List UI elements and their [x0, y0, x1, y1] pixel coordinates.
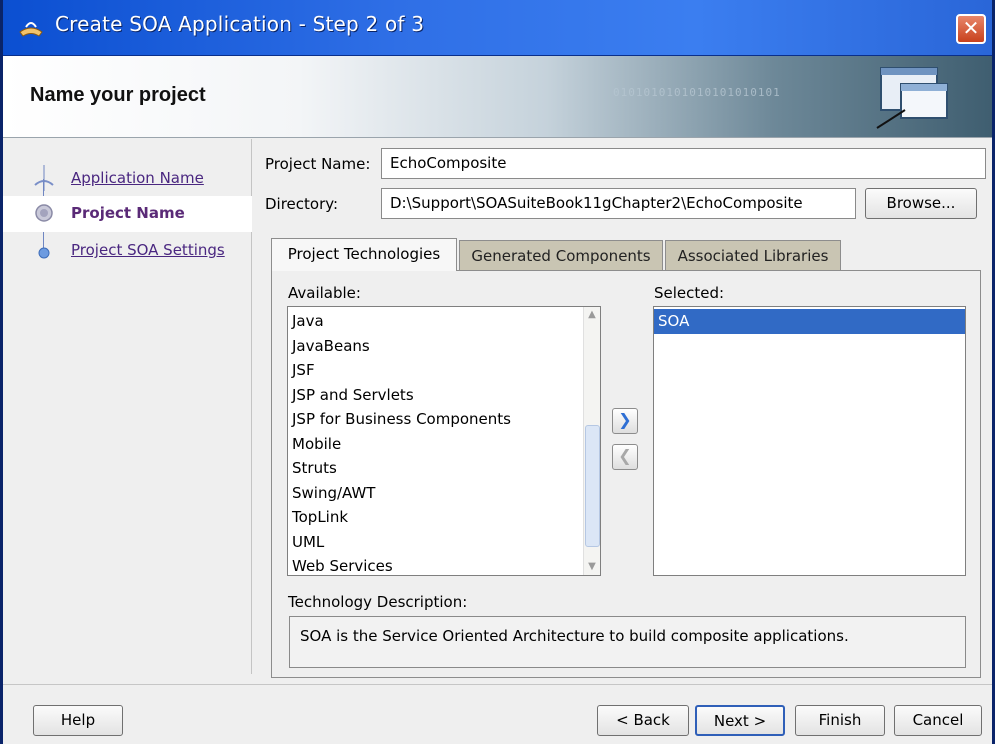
list-item[interactable]: Struts [288, 456, 600, 481]
header-banner: Name your project 0101010101010101010101 [3, 56, 992, 138]
binary-decoration: 0101010101010101010101 [613, 86, 781, 99]
back-button[interactable]: < Back [597, 705, 689, 736]
next-button[interactable]: Next > [695, 705, 785, 736]
available-items: Java JavaBeans JSF JSP and Servlets JSP for … [288, 307, 600, 575]
step-next-icon [38, 247, 50, 259]
step-project-name[interactable]: Project Name [3, 196, 252, 232]
add-selected-button[interactable]: ❯ [612, 408, 638, 434]
jdeveloper-app-icon [19, 22, 43, 37]
tab-associated-libraries[interactable]: Associated Libraries [665, 240, 841, 272]
directory-label: Directory: [265, 195, 339, 213]
list-item[interactable]: JSP and Servlets [288, 383, 600, 408]
selected-label: Selected: [654, 284, 725, 302]
selected-items: SOA [654, 307, 965, 334]
selected-list[interactable]: SOA [653, 306, 966, 576]
scroll-thumb[interactable] [585, 425, 600, 547]
title-bar: Create SOA Application - Step 2 of 3 ✕ [3, 0, 992, 56]
list-item[interactable]: Mobile [288, 432, 600, 457]
wizard-steps-nav: Application Name Project Name Project SO… [3, 139, 252, 674]
scroll-up-icon[interactable]: ▲ [586, 309, 598, 321]
list-item[interactable]: Web Services [288, 554, 600, 575]
available-label: Available: [288, 284, 361, 302]
technology-description-label: Technology Description: [288, 593, 468, 611]
page-heading: Name your project [30, 84, 206, 106]
step-application-name[interactable]: Application Name [3, 161, 252, 197]
project-name-input[interactable]: EchoComposite [381, 148, 986, 179]
close-button[interactable]: ✕ [956, 14, 986, 44]
cancel-button[interactable]: Cancel [894, 705, 982, 736]
step-label[interactable]: Application Name [71, 169, 204, 187]
list-item[interactable]: JavaBeans [288, 334, 600, 359]
technology-description: SOA is the Service Oriented Architecture… [289, 616, 966, 668]
step-current-icon [35, 204, 53, 222]
list-item[interactable]: UML [288, 530, 600, 555]
step-project-soa-settings[interactable]: Project SOA Settings [3, 233, 252, 269]
directory-input[interactable]: D:\Support\SOASuiteBook11gChapter2\EchoC… [381, 188, 856, 219]
step-visited-icon [34, 165, 54, 191]
list-item[interactable]: JSF [288, 358, 600, 383]
scroll-down-icon[interactable]: ▼ [586, 561, 598, 573]
list-item[interactable]: SOA [654, 309, 965, 334]
wizard-windows-icon [876, 67, 948, 129]
list-item[interactable]: Java [288, 309, 600, 334]
browse-button[interactable]: Browse... [865, 188, 977, 219]
available-scrollbar[interactable]: ▲ ▼ [583, 307, 600, 575]
step-label: Project Name [71, 204, 185, 222]
window-title: Create SOA Application - Step 2 of 3 [55, 12, 425, 36]
tab-project-technologies[interactable]: Project Technologies [271, 238, 457, 271]
finish-button[interactable]: Finish [795, 705, 885, 736]
project-name-label: Project Name: [265, 155, 371, 173]
list-item[interactable]: TopLink [288, 505, 600, 530]
remove-selected-button[interactable]: ❮ [612, 444, 638, 470]
available-list[interactable]: Java JavaBeans JSF JSP and Servlets JSP for … [287, 306, 601, 576]
wizard-window: Create SOA Application - Step 2 of 3 ✕ N… [0, 0, 995, 744]
help-button[interactable]: Help [33, 705, 123, 736]
step-label[interactable]: Project SOA Settings [71, 241, 225, 259]
button-bar: Help < Back Next > Finish Cancel [3, 684, 992, 744]
list-item[interactable]: JSP for Business Components [288, 407, 600, 432]
tab-generated-components[interactable]: Generated Components [459, 240, 663, 272]
list-item[interactable]: Swing/AWT [288, 481, 600, 506]
